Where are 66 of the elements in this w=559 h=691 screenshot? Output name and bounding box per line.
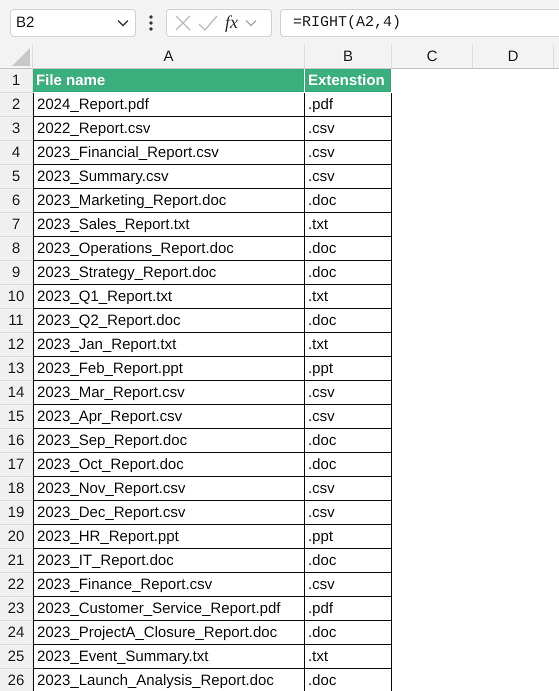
row-header[interactable]: 8 [0, 237, 33, 261]
row-header[interactable]: 14 [0, 381, 33, 405]
column-header[interactable]: D [473, 45, 554, 69]
row-header[interactable]: 25 [0, 645, 33, 669]
row-header[interactable]: 24 [0, 621, 33, 645]
column-title: Extenstion [305, 69, 392, 93]
table-cell: 2023_Summary.csv [33, 165, 305, 189]
row-header[interactable]: 6 [0, 189, 33, 213]
row-header[interactable]: 10 [0, 285, 33, 309]
table-cell: 2023_ProjectA_Closure_Report.doc [33, 621, 305, 645]
table-cell: 2023_Sales_Report.txt [33, 213, 305, 237]
row-header[interactable]: 7 [0, 213, 33, 237]
table-cell: 2023_IT_Report.doc [33, 549, 305, 573]
table-cell: 2023_Q2_Report.doc [33, 309, 305, 333]
table-cell: 2023_Q1_Report.txt [33, 285, 305, 309]
chevron-down-icon[interactable] [117, 18, 129, 26]
column-header[interactable] [554, 45, 559, 69]
cancel-icon[interactable] [175, 14, 191, 30]
row-header[interactable]: 5 [0, 165, 33, 189]
table-cell: 2023_Event_Summary.txt [33, 645, 305, 669]
table-cell: 2023_Feb_Report.ppt [33, 357, 305, 381]
column-header[interactable]: A [33, 45, 305, 69]
row-header[interactable]: 18 [0, 477, 33, 501]
table-cell: 2023_Apr_Report.csv [33, 405, 305, 429]
row-header[interactable]: 3 [0, 117, 33, 141]
name-box[interactable]: B2 [10, 8, 136, 36]
row-header[interactable]: 9 [0, 261, 33, 285]
table-cell: 2022_Report.csv [33, 117, 305, 141]
row-header[interactable]: 26 [0, 669, 33, 691]
column-header[interactable]: B [305, 45, 392, 69]
row-header[interactable]: 15 [0, 405, 33, 429]
table-cell: 2023_Mar_Report.csv [33, 381, 305, 405]
more-options-icon[interactable] [149, 14, 153, 30]
row-header[interactable]: 13 [0, 357, 33, 381]
table-cell: 2024_Report.pdf [33, 93, 305, 117]
row-header[interactable]: 2 [0, 93, 33, 117]
select-all-icon[interactable] [12, 48, 30, 66]
table-cell: 2023_Operations_Report.doc [33, 237, 305, 261]
table-cell: 2023_Strategy_Report.doc [33, 261, 305, 285]
table-cell: 2023_Sep_Report.doc [33, 429, 305, 453]
row-header[interactable]: 19 [0, 501, 33, 525]
row-header[interactable]: 21 [0, 549, 33, 573]
row-header[interactable]: 17 [0, 453, 33, 477]
row-header[interactable]: 11 [0, 309, 33, 333]
row-header[interactable]: 20 [0, 525, 33, 549]
formula-input[interactable]: =RIGHT(A2,4) [280, 8, 559, 36]
table-cell: 2023_Finance_Report.csv [33, 573, 305, 597]
row-header[interactable]: 16 [0, 429, 33, 453]
column-header[interactable]: C [392, 45, 473, 69]
table-cell: 2023_Financial_Report.csv [33, 141, 305, 165]
insert-function-button[interactable]: fx [225, 12, 238, 33]
table-cell: 2023_Oct_Report.doc [33, 453, 305, 477]
table-cell: 2023_Customer_Service_Report.pdf [33, 597, 305, 621]
table-cell: 2023_Launch_Analysis_Report.doc [33, 669, 305, 691]
table-cell: 2023_Nov_Report.csv [33, 477, 305, 501]
column-title: File name [33, 69, 305, 93]
row-header[interactable]: 23 [0, 597, 33, 621]
row-header[interactable]: 1 [0, 69, 33, 93]
table-cell: 2023_Dec_Report.csv [33, 501, 305, 525]
table-cell: 2023_Jan_Report.txt [33, 333, 305, 357]
row-header[interactable]: 22 [0, 573, 33, 597]
table-cell: 2023_Marketing_Report.doc [33, 189, 305, 213]
row-header[interactable]: 12 [0, 333, 33, 357]
table-cell: 2023_HR_Report.ppt [33, 525, 305, 549]
row-header[interactable]: 4 [0, 141, 33, 165]
check-icon[interactable] [198, 14, 218, 30]
